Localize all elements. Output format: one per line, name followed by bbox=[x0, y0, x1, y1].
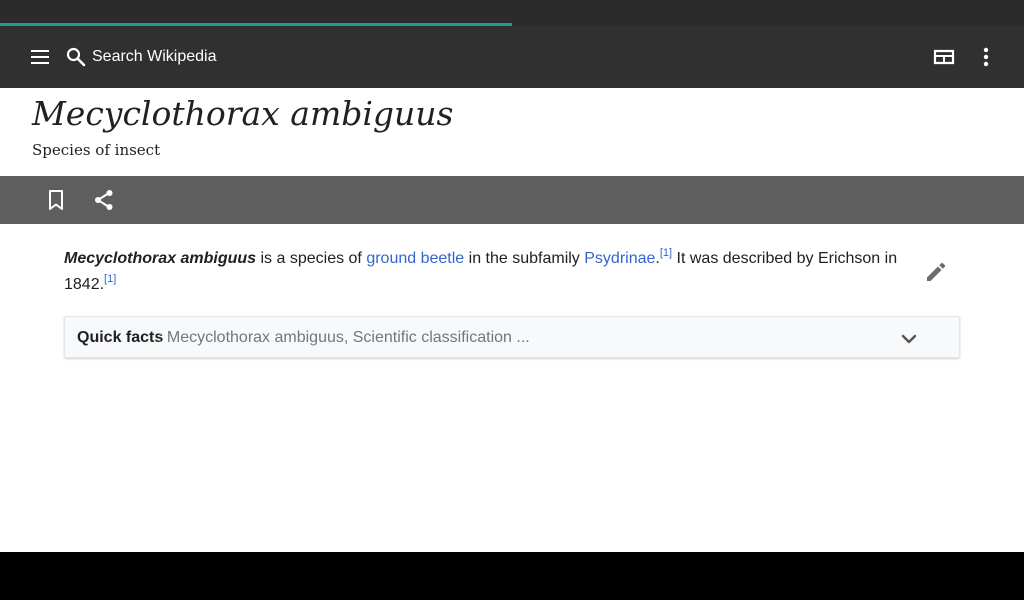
reading-list-button[interactable] bbox=[930, 43, 958, 71]
quick-facts-collapsible[interactable]: Quick facts : Mecyclothorax ambiguus, Sc… bbox=[64, 316, 960, 358]
article-action-bar bbox=[0, 176, 1024, 224]
reading-list-icon bbox=[933, 49, 955, 65]
quick-facts-summary: : Mecyclothorax ambiguus, Scientific cla… bbox=[158, 329, 530, 346]
search-input[interactable] bbox=[92, 43, 592, 71]
quick-facts-label: Quick facts bbox=[77, 329, 164, 346]
share-icon bbox=[95, 190, 113, 210]
overflow-menu-button[interactable] bbox=[974, 43, 998, 71]
lead-paragraph: Mecyclothorax ambiguus is a species of g… bbox=[64, 246, 904, 298]
bookmark-button[interactable] bbox=[44, 188, 68, 212]
lead-subject: Mecyclothorax ambiguus bbox=[64, 250, 257, 267]
lead-text-2: in the subfamily bbox=[464, 250, 585, 267]
more-vertical-icon bbox=[983, 47, 989, 67]
edit-pencil-icon bbox=[927, 262, 946, 281]
reference-link-1[interactable]: [1] bbox=[660, 247, 672, 259]
lead-text-1: is a species of bbox=[256, 250, 367, 267]
share-button[interactable] bbox=[92, 188, 116, 212]
bookmark-icon bbox=[49, 190, 63, 210]
top-toolbar bbox=[0, 26, 1024, 88]
search-icon bbox=[66, 47, 86, 67]
status-strip bbox=[0, 0, 1024, 24]
system-navigation-bar bbox=[0, 552, 1024, 600]
page-description: Species of insect bbox=[32, 141, 161, 159]
reference-link-2[interactable]: [1] bbox=[104, 273, 116, 285]
link-ground-beetle[interactable]: ground beetle bbox=[366, 250, 464, 267]
page-title: Mecyclothorax ambiguus bbox=[32, 94, 454, 133]
edit-button[interactable] bbox=[922, 258, 950, 286]
hamburger-menu-icon bbox=[31, 50, 49, 64]
article-content: Mecyclothorax ambiguus is a species of g… bbox=[0, 224, 1024, 552]
menu-button[interactable] bbox=[24, 45, 56, 69]
link-psydrinae[interactable]: Psydrinae bbox=[584, 250, 655, 267]
chevron-down-icon bbox=[901, 334, 917, 344]
article-header: Mecyclothorax ambiguus Species of insect bbox=[0, 88, 1024, 176]
